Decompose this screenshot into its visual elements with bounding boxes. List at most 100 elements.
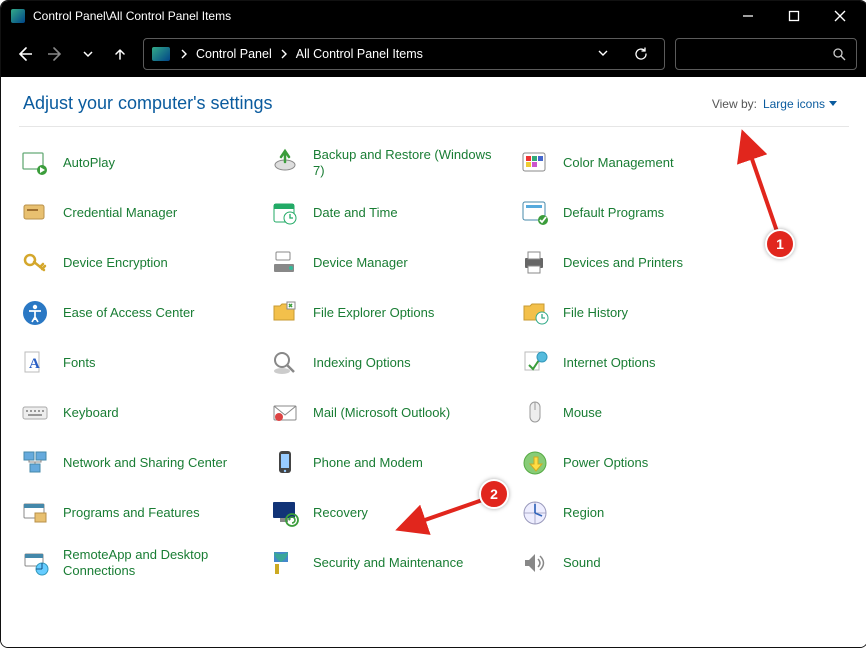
item-label: Power Options [563, 455, 648, 471]
security-icon [269, 547, 301, 579]
control-panel-item[interactable]: Device Encryption [19, 245, 269, 281]
forward-button[interactable] [43, 39, 69, 69]
item-label: AutoPlay [63, 155, 115, 171]
item-label: Sound [563, 555, 601, 571]
view-by: View by: Large icons [712, 97, 837, 111]
divider [19, 126, 849, 127]
control-panel-item[interactable]: Phone and Modem [269, 445, 519, 481]
encryption-icon [19, 247, 51, 279]
keyboard-icon [19, 397, 51, 429]
item-label: Date and Time [313, 205, 398, 221]
control-panel-item[interactable]: Ease of Access Center [19, 295, 269, 331]
item-label: Recovery [313, 505, 368, 521]
power-icon [519, 447, 551, 479]
item-label: Default Programs [563, 205, 664, 221]
item-label: Backup and Restore (Windows 7) [313, 147, 503, 178]
control-panel-item[interactable]: Power Options [519, 445, 779, 481]
control-panel-item[interactable]: Internet Options [519, 345, 779, 381]
item-label: Internet Options [563, 355, 656, 371]
control-panel-item[interactable]: Mail (Microsoft Outlook) [269, 395, 519, 431]
control-panel-item[interactable]: Keyboard [19, 395, 269, 431]
address-bar[interactable]: Control Panel All Control Panel Items [143, 38, 665, 70]
region-icon [519, 497, 551, 529]
network-icon [19, 447, 51, 479]
control-panel-item[interactable]: File Explorer Options [269, 295, 519, 331]
control-panel-item[interactable]: Indexing Options [269, 345, 519, 381]
back-button[interactable] [11, 39, 37, 69]
navbar: Control Panel All Control Panel Items [1, 31, 866, 77]
remote-icon [19, 547, 51, 579]
item-label: Ease of Access Center [63, 305, 195, 321]
control-panel-item[interactable]: Devices and Printers [519, 245, 779, 281]
control-panel-item[interactable]: Backup and Restore (Windows 7) [269, 145, 519, 181]
item-label: Security and Maintenance [313, 555, 463, 571]
control-panel-item[interactable]: Mouse [519, 395, 779, 431]
history-icon [519, 297, 551, 329]
minimize-button[interactable] [725, 1, 771, 31]
control-panel-item[interactable]: AutoPlay [19, 145, 269, 181]
control-panel-item[interactable]: RemoteApp and Desktop Connections [19, 545, 269, 581]
printers-icon [519, 247, 551, 279]
viewby-value: Large icons [763, 97, 825, 111]
control-panel-item[interactable]: Sound [519, 545, 779, 581]
control-panel-item[interactable]: Region [519, 495, 779, 531]
up-button[interactable] [107, 39, 133, 69]
control-panel-item[interactable]: Network and Sharing Center [19, 445, 269, 481]
credential-icon [19, 197, 51, 229]
item-label: Device Manager [313, 255, 408, 271]
refresh-button[interactable] [626, 47, 656, 61]
item-label: RemoteApp and Desktop Connections [63, 547, 253, 578]
phone-icon [269, 447, 301, 479]
fonts-icon: A [19, 347, 51, 379]
breadcrumb-root[interactable]: Control Panel [196, 47, 272, 61]
location-icon [152, 47, 170, 61]
programs-icon [19, 497, 51, 529]
viewby-dropdown[interactable]: Large icons [763, 97, 837, 111]
recovery-icon [269, 497, 301, 529]
control-panel-icon [11, 9, 25, 23]
item-label: File History [563, 305, 628, 321]
titlebar: Control Panel\All Control Panel Items [1, 1, 866, 31]
sound-icon [519, 547, 551, 579]
item-label: Programs and Features [63, 505, 200, 521]
recent-dropdown-button[interactable] [75, 39, 101, 69]
items-grid: AutoPlay Backup and Restore (Windows 7) Co… [1, 139, 866, 621]
indexing-icon [269, 347, 301, 379]
search-icon [832, 47, 846, 61]
chevron-right-icon [180, 49, 188, 59]
datetime-icon [269, 197, 301, 229]
control-panel-item[interactable]: Color Management [519, 145, 779, 181]
item-label: Device Encryption [63, 255, 168, 271]
content-area: Adjust your computer's settings View by:… [1, 79, 866, 647]
control-panel-item[interactable]: Programs and Features [19, 495, 269, 531]
item-label: Region [563, 505, 604, 521]
control-panel-item[interactable]: Default Programs [519, 195, 779, 231]
search-input[interactable] [675, 38, 857, 70]
item-label: Keyboard [63, 405, 119, 421]
control-panel-item[interactable]: Date and Time [269, 195, 519, 231]
control-panel-item[interactable]: Recovery [269, 495, 519, 531]
item-label: Devices and Printers [563, 255, 683, 271]
item-label: Credential Manager [63, 205, 177, 221]
explorer-icon [269, 297, 301, 329]
backup-icon [269, 147, 301, 179]
mouse-icon [519, 397, 551, 429]
window-title: Control Panel\All Control Panel Items [33, 9, 231, 23]
internet-icon [519, 347, 551, 379]
autoplay-icon [19, 147, 51, 179]
control-panel-item[interactable]: Security and Maintenance [269, 545, 519, 581]
ease-icon [19, 297, 51, 329]
control-panel-item[interactable]: File History [519, 295, 779, 331]
control-panel-item[interactable]: Credential Manager [19, 195, 269, 231]
item-label: Indexing Options [313, 355, 411, 371]
maximize-button[interactable] [771, 1, 817, 31]
default-icon [519, 197, 551, 229]
color-icon [519, 147, 551, 179]
address-dropdown-button[interactable] [598, 47, 608, 61]
control-panel-item[interactable]: A Fonts [19, 345, 269, 381]
chevron-right-icon [280, 49, 288, 59]
control-panel-item[interactable]: Device Manager [269, 245, 519, 281]
item-label: Fonts [63, 355, 96, 371]
breadcrumb-child[interactable]: All Control Panel Items [296, 47, 423, 61]
close-button[interactable] [817, 1, 863, 31]
